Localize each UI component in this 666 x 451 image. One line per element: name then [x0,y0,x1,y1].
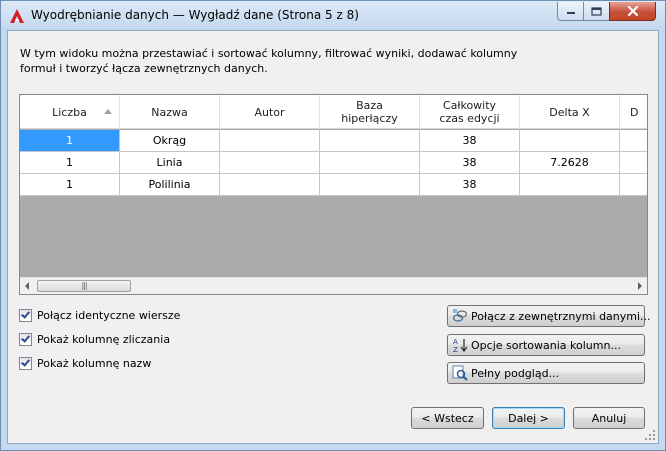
combine-identical-rows-option[interactable]: Połącz identyczne wiersze [19,307,180,323]
table-cell[interactable] [320,174,420,196]
table-cell[interactable]: 38 [420,174,520,196]
table-cell[interactable]: Polilinia [120,174,220,196]
checkmark-icon [21,356,30,367]
table-cell[interactable] [620,130,647,152]
table-cell[interactable] [220,174,320,196]
column-header-label: Nazwa [151,105,188,119]
sort-az-icon: A Z [453,338,468,353]
table-row[interactable]: 1 Okrąg 38 [20,130,647,152]
button-label: Połącz z zewnętrznymi danymi... [471,309,651,323]
column-header-autor[interactable]: Autor [220,95,320,129]
button-label: Anuluj [591,411,627,425]
checkmark-icon [21,332,30,343]
column-header-delta-x[interactable]: Delta X [520,95,620,129]
button-label: Pełny podgląd... [471,366,560,380]
full-preview-button[interactable]: Pełny podgląd... [447,362,645,384]
resize-grip-icon[interactable] [644,429,656,441]
button-label: < Wstecz [421,411,474,425]
dialog-content: W tym widoku można przestawiać i sortowa… [7,30,659,444]
checkbox-label: Pokaż kolumnę zliczania [37,332,171,346]
preview-magnifier-icon [452,365,468,381]
column-header-liczba[interactable]: Liczba [20,95,120,129]
table-cell[interactable] [620,174,647,196]
table-row[interactable]: 1 Polilinia 38 [20,174,647,196]
column-header-label: Baza hiperłączy [341,99,398,125]
page-description: W tym widoku można przestawiać i sortowa… [20,47,518,75]
table-cell[interactable] [220,152,320,174]
table-cell[interactable]: 7.2628 [520,152,620,174]
link-data-icon [452,309,468,322]
column-header-calkowity-czas-edycji[interactable]: Całkowity czas edycji [420,95,520,129]
column-header-label: D [630,105,639,119]
svg-text:A: A [453,338,458,346]
column-header-label: Całkowity czas edycji [439,99,500,125]
scroll-right-icon[interactable] [638,282,642,290]
column-header-label: Delta X [549,105,590,119]
table-cell[interactable]: 38 [420,152,520,174]
table-cell[interactable]: 1 [20,130,120,152]
combine-identical-rows-checkbox[interactable] [19,308,32,322]
sort-options-button[interactable]: A Z Opcje sortowania kolumn... [447,334,645,356]
title-bar[interactable]: Wyodrębnianie danych — Wygładź dane (Str… [1,1,665,30]
column-header-label: Autor [254,105,285,119]
close-button[interactable] [609,2,656,21]
autocad-a-icon [10,9,24,23]
maximize-icon [591,6,602,16]
svg-text:Z: Z [453,346,458,353]
column-header-label: Liczba [52,105,87,119]
show-count-column-checkbox[interactable] [19,332,32,346]
grid-header: Liczba Nazwa Autor Baza hiperłączy Całko… [20,95,647,129]
sort-ascending-icon [104,109,112,114]
cancel-button[interactable]: Anuluj [573,407,645,429]
checkbox-label: Połącz identyczne wiersze [37,308,181,322]
data-grid[interactable]: Liczba Nazwa Autor Baza hiperłączy Całko… [19,94,648,295]
minimize-icon [566,12,575,14]
table-row[interactable]: 1 Linia 38 7.2628 [20,152,647,174]
column-header-baza-hiperlaczy[interactable]: Baza hiperłączy [320,95,420,129]
link-external-data-button[interactable]: Połącz z zewnętrznymi danymi... [447,305,651,327]
table-cell[interactable]: 1 [20,174,120,196]
button-label: Opcje sortowania kolumn... [471,338,621,352]
scrollbar-thumb[interactable]: ||| [37,280,131,292]
dialog-window: Wyodrębnianie danych — Wygładź dane (Str… [0,0,666,451]
grip-icon: ||| [81,281,87,290]
back-button[interactable]: < Wstecz [411,407,484,429]
table-cell[interactable] [320,130,420,152]
show-name-column-checkbox[interactable] [19,356,32,370]
checkbox-label: Pokaż kolumnę nazw [37,356,152,370]
table-cell[interactable] [620,152,647,174]
button-label: Dalej > [508,411,549,425]
horizontal-scrollbar[interactable]: ||| [20,277,647,294]
table-cell[interactable] [320,152,420,174]
show-count-column-option[interactable]: Pokaż kolumnę zliczania [19,331,170,347]
table-cell[interactable] [520,174,620,196]
maximize-button[interactable] [583,2,610,21]
column-header-nazwa[interactable]: Nazwa [120,95,220,129]
table-cell[interactable] [220,130,320,152]
table-cell[interactable]: Linia [120,152,220,174]
minimize-button[interactable] [557,2,584,21]
next-button[interactable]: Dalej > [492,407,565,429]
window-title: Wyodrębnianie danych — Wygładź dane (Str… [31,8,359,22]
checkmark-icon [21,308,30,319]
table-cell[interactable] [520,130,620,152]
column-header-partial[interactable]: D [620,95,647,129]
show-name-column-option[interactable]: Pokaż kolumnę nazw [19,355,151,371]
table-cell[interactable]: 38 [420,130,520,152]
scroll-left-icon[interactable] [25,282,29,290]
close-icon [627,6,638,16]
table-cell[interactable]: 1 [20,152,120,174]
table-cell[interactable]: Okrąg [120,130,220,152]
